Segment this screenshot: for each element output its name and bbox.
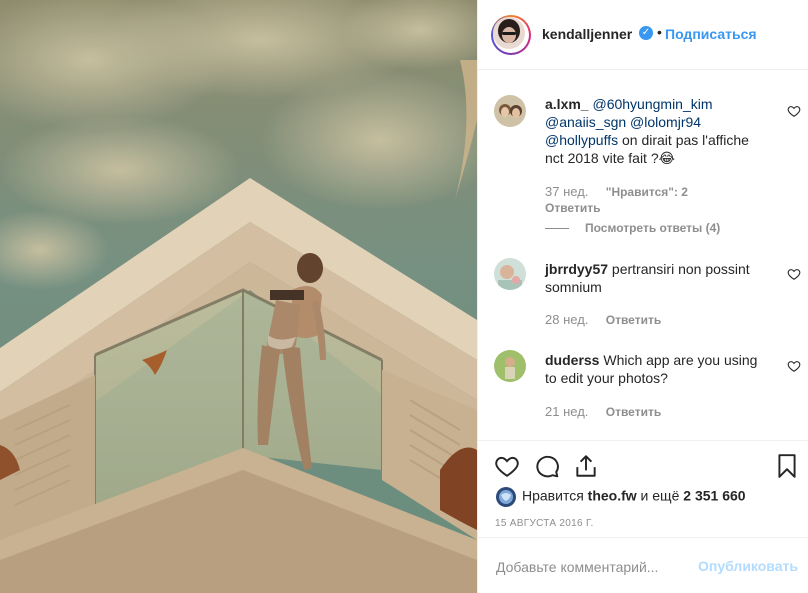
comment-like-heart-icon[interactable] [787, 104, 801, 118]
author-username[interactable]: kendalljenner [542, 26, 632, 42]
liker-avatar[interactable] [496, 487, 516, 507]
share-icon[interactable] [573, 453, 599, 479]
action-bar [478, 440, 808, 490]
view-replies-button[interactable]: Посмотреть ответы (4) [545, 221, 720, 235]
likes-prefix: Нравится [522, 487, 588, 504]
post-image [0, 0, 477, 593]
comment-avatar[interactable] [494, 350, 526, 382]
follow-button[interactable]: Подписаться [665, 26, 757, 42]
comment-meta: 28 нед. Ответить [545, 312, 661, 327]
comment-username[interactable]: duderss [545, 352, 599, 368]
heart-icon[interactable] [494, 453, 520, 479]
mention-link[interactable]: @lolomjr94 [630, 114, 701, 130]
comment-time: 28 нед. [545, 312, 589, 327]
comment-icon[interactable] [534, 453, 560, 479]
likes-middle: и ещё [636, 487, 684, 504]
verified-badge-icon: ✓ [639, 26, 653, 40]
bookmark-icon[interactable] [774, 453, 800, 479]
comment-text: duderss Which app are you using to edit … [545, 351, 770, 387]
comment-avatar[interactable] [494, 258, 526, 290]
post-header: kendalljenner ✓ • Подписаться [478, 0, 808, 70]
comment-username[interactable]: a.lxm_ [545, 96, 589, 112]
comment-username[interactable]: jbrrdyy57 [545, 261, 608, 277]
comment-like-heart-icon[interactable] [787, 359, 801, 373]
comment-meta: 37 нед. "Нравится": 2 Ответить [545, 184, 688, 216]
likes-summary: Нравится theo.fw и ещё 2 351 660 [496, 487, 746, 507]
view-replies-label: Посмотреть ответы (4) [585, 221, 721, 235]
comments-list[interactable]: a.lxm_ @60hyungmin_kim @anaiis_sgn @lolo… [478, 71, 808, 440]
comment-text: jbrrdyy57 pertransiri non possint somniu… [545, 260, 770, 296]
mention-link[interactable]: @anaiis_sgn [545, 114, 626, 130]
liker-username[interactable]: theo.fw [588, 488, 637, 504]
post-date[interactable]: 15 АВГУСТА 2016 Г. [495, 518, 594, 529]
add-comment-form: Опубликовать [478, 537, 808, 593]
post-photo[interactable] [0, 0, 477, 593]
comment-likes[interactable]: "Нравится": 2 [606, 185, 688, 199]
comment-time: 21 нед. [545, 404, 589, 419]
author-avatar[interactable] [491, 15, 531, 55]
comment-input[interactable] [494, 555, 698, 579]
comment-time: 37 нед. [545, 184, 589, 199]
comment-text: a.lxm_ @60hyungmin_kim @anaiis_sgn @lolo… [545, 95, 770, 167]
post-panel: kendalljenner ✓ • Подписаться a.lxm_ @60… [477, 0, 808, 593]
mention-link[interactable]: @60hyungmin_kim [592, 96, 712, 112]
mention-link[interactable]: @hollypuffs [545, 132, 618, 148]
publish-button[interactable]: Опубликовать [698, 558, 798, 574]
reply-button[interactable]: Ответить [606, 313, 661, 327]
replies-line [545, 228, 569, 230]
separator-dot: • [657, 24, 662, 40]
reply-button[interactable]: Ответить [606, 405, 661, 419]
comment-avatar[interactable] [494, 95, 526, 127]
reply-button[interactable]: Ответить [545, 201, 600, 215]
comment-like-heart-icon[interactable] [787, 267, 801, 281]
comment-meta: 21 нед. Ответить [545, 404, 661, 419]
likes-count[interactable]: 2 351 660 [683, 488, 745, 504]
